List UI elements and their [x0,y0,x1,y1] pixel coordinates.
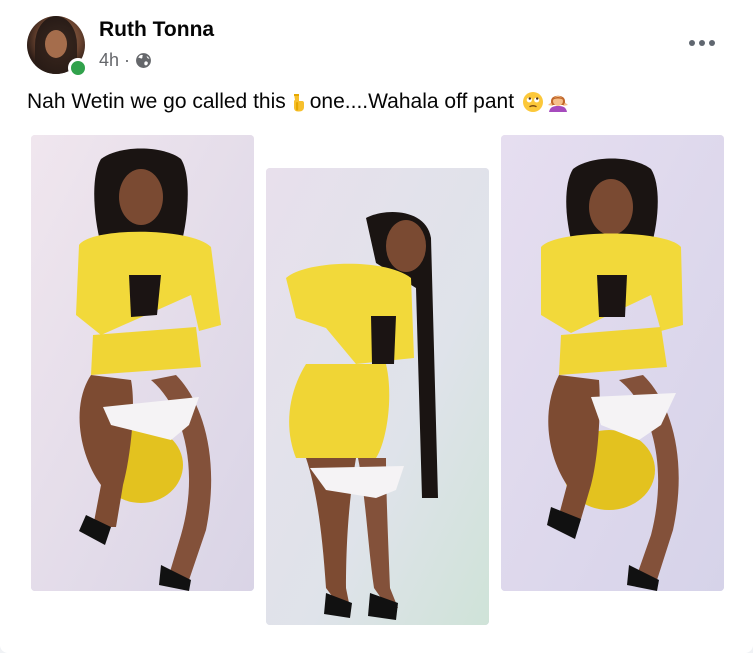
more-horizontal-icon [689,40,715,46]
online-status-indicator [68,58,88,78]
post-timestamp[interactable]: 4h [99,50,119,71]
avatar-face [45,30,67,58]
post-card: Ruth Tonna 4h · Nah Wetin we go called t… [0,0,753,653]
photo-2-illustration [266,168,489,625]
photo-3-illustration [501,135,724,591]
meta-separator: · [124,50,131,70]
woman-shrugging-emoji [548,95,569,112]
pointing-down-emoji [293,94,304,112]
globe-icon[interactable] [135,52,152,69]
post-meta: 4h · [99,50,152,71]
author-name[interactable]: Ruth Tonna [99,18,214,42]
post-photo-2[interactable] [266,168,489,625]
photo-1-illustration [31,135,254,591]
caption-text-start: Nah Wetin we go called this [27,90,286,113]
eye-roll-emoji [523,92,544,112]
caption-text-end: one....Wahala off pant [309,90,515,113]
more-options-button[interactable] [680,26,724,60]
post-photo-1[interactable] [31,135,254,591]
post-caption: Nah Wetin we go called this one....Wahal… [27,90,569,114]
post-photo-3[interactable] [501,135,724,591]
